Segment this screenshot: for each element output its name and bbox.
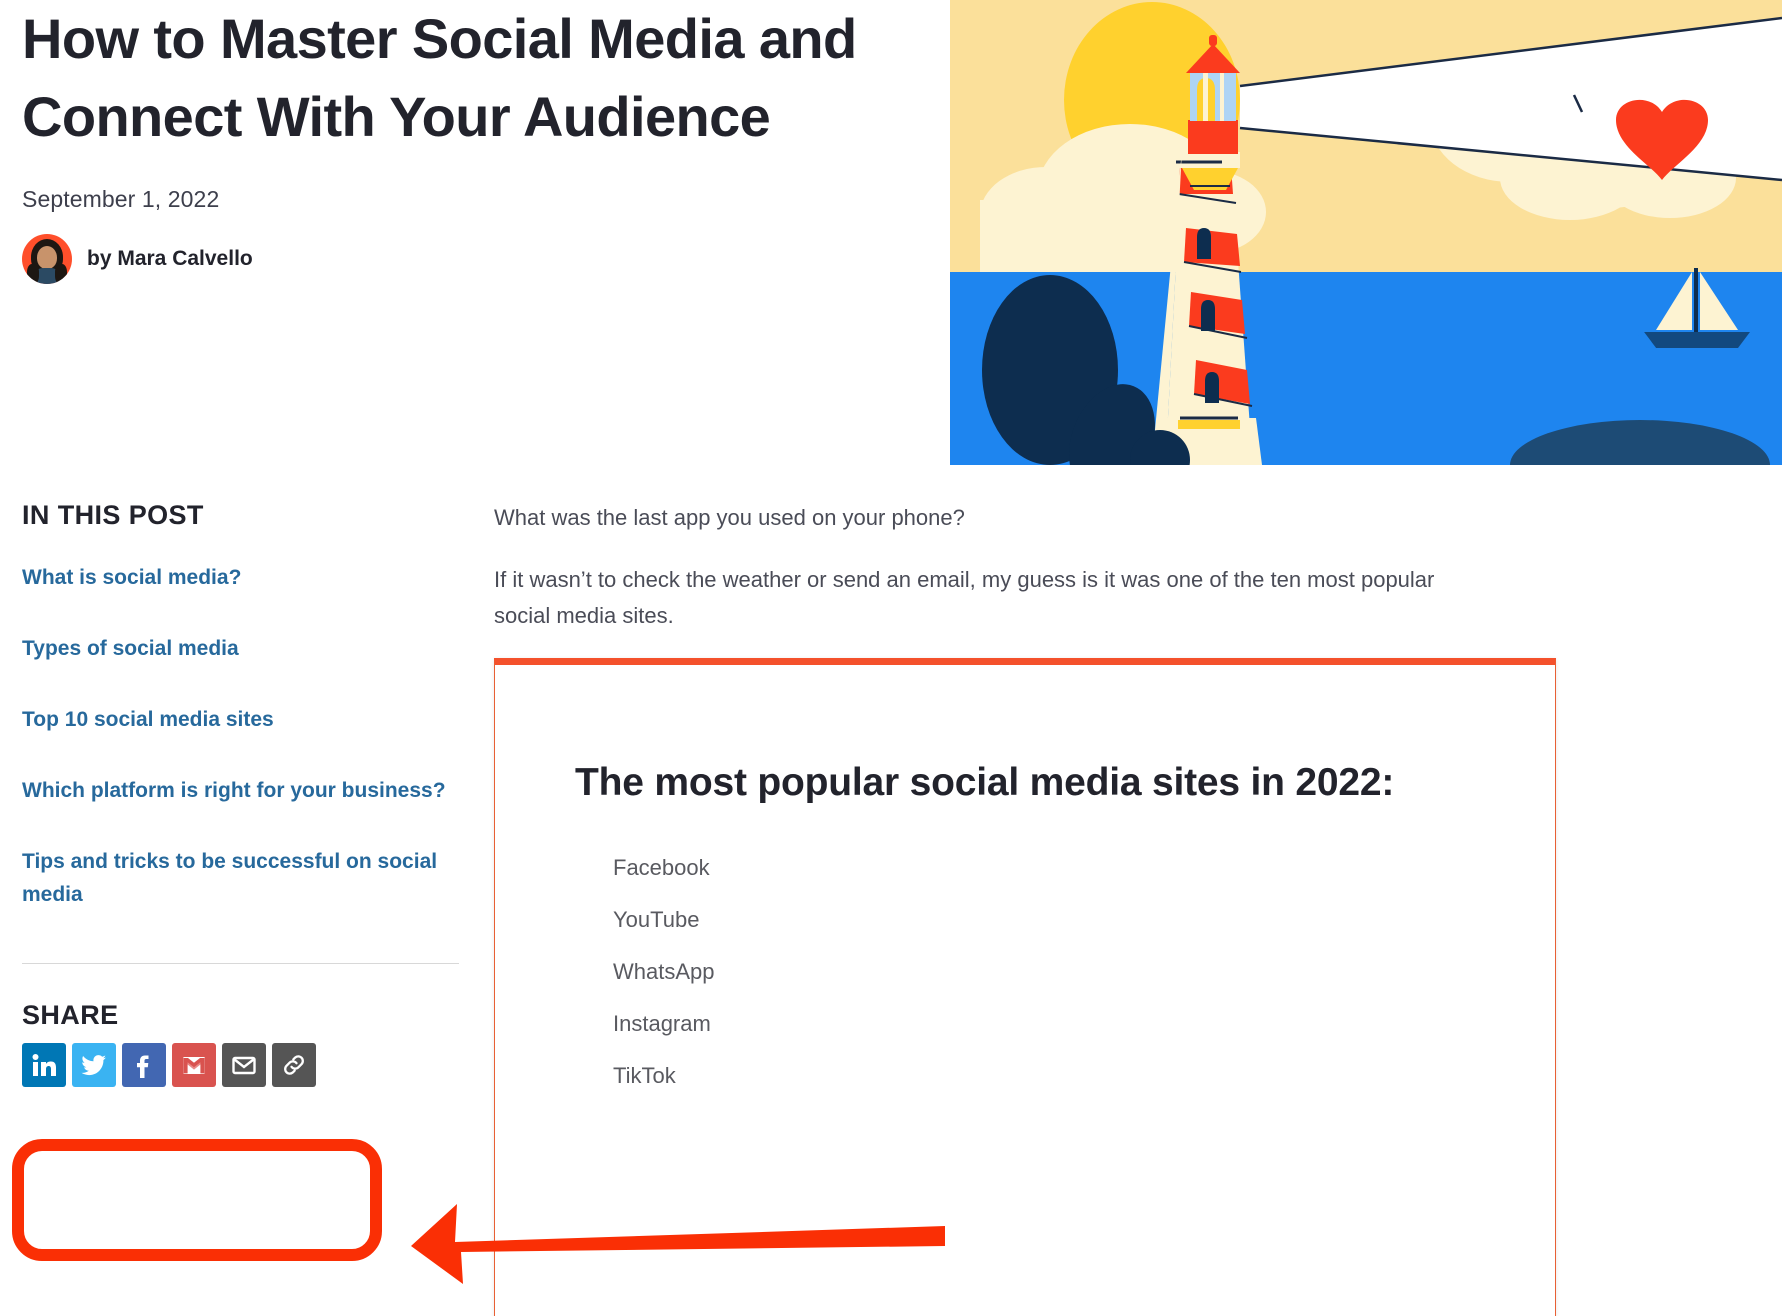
callout-title: The most popular social media sites in 2… — [575, 761, 1395, 804]
sidebar-item-top-10-social-media-sites[interactable]: Top 10 social media sites — [22, 703, 458, 736]
article-header: How to Master Social Media and Connect W… — [0, 0, 1782, 465]
twitter-icon[interactable] — [72, 1043, 116, 1087]
hero-lighthouse-illustration — [950, 0, 1782, 465]
page-title: How to Master Social Media and Connect W… — [22, 7, 857, 148]
sidebar-divider — [22, 963, 459, 964]
sidebar-item-what-is-social-media[interactable]: What is social media? — [22, 561, 458, 594]
in-this-post-sidebar: IN THIS POST What is social media? Types… — [22, 500, 462, 964]
sidebar-item-tips-and-tricks[interactable]: Tips and tricks to be successful on soci… — [22, 845, 458, 911]
list-item: TikTok — [613, 1063, 676, 1088]
list-item: Facebook — [613, 855, 710, 880]
list-item: WhatsApp — [613, 959, 715, 984]
main-content: What was the last app you used on your p… — [494, 500, 1544, 660]
share-block: SHARE — [22, 1000, 352, 1087]
body-paragraph-1: What was the last app you used on your p… — [494, 505, 965, 530]
email-icon[interactable] — [222, 1043, 266, 1087]
linkedin-icon[interactable] — [22, 1043, 66, 1087]
avatar-face — [37, 246, 57, 269]
avatar — [22, 234, 72, 284]
callout-list: Facebook YouTube WhatsApp Instagram TikT… — [613, 853, 1555, 1091]
byline: by Mara Calvello — [22, 234, 902, 284]
callout-card: The most popular social media sites in 2… — [494, 658, 1556, 1316]
annotation-highlight-box — [12, 1139, 382, 1261]
share-heading: SHARE — [22, 1000, 119, 1030]
post-date: September 1, 2022 — [22, 186, 220, 212]
list-item: Instagram — [613, 1011, 711, 1036]
list-item: YouTube — [613, 907, 700, 932]
body-paragraph-2: If it wasn’t to check the weather or sen… — [494, 567, 1435, 628]
sidebar-item-types-of-social-media[interactable]: Types of social media — [22, 632, 458, 665]
article-page: How to Master Social Media and Connect W… — [0, 0, 1782, 1316]
sidebar-heading: IN THIS POST — [22, 500, 204, 530]
gmail-icon[interactable] — [172, 1043, 216, 1087]
share-icon-row — [22, 1043, 352, 1087]
sidebar-item-which-platform-is-right[interactable]: Which platform is right for your busines… — [22, 774, 458, 807]
facebook-icon[interactable] — [122, 1043, 166, 1087]
header-text-block: How to Master Social Media and Connect W… — [22, 0, 902, 284]
copy-link-icon[interactable] — [272, 1043, 316, 1087]
avatar-hair-left — [27, 264, 39, 284]
byline-author: by Mara Calvello — [87, 247, 253, 270]
avatar-hair-right — [55, 264, 67, 284]
